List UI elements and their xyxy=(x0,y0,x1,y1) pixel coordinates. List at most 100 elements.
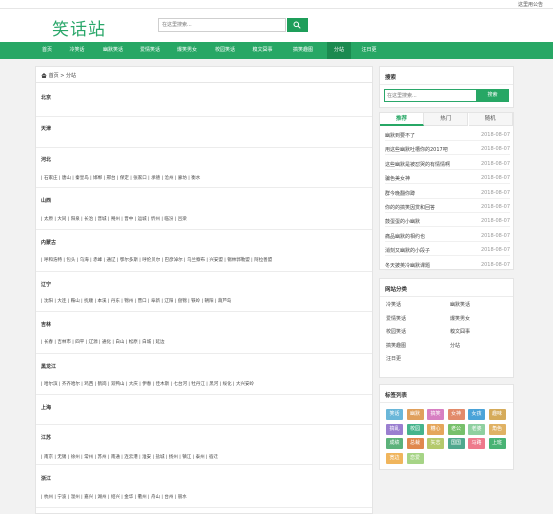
divider xyxy=(36,464,372,465)
header-search-button[interactable] xyxy=(287,18,308,32)
city-links[interactable]: | 杭州 | 宁波 | 温州 | 嘉兴 | 湖州 | 绍兴 | 金华 | 衢州 … xyxy=(41,494,187,500)
article-date: 2018-08-07 xyxy=(480,261,510,268)
divider xyxy=(36,147,372,148)
article-title[interactable]: 群今晚翻你蹲 xyxy=(385,190,415,197)
province-heading[interactable]: 山西 xyxy=(41,197,51,204)
tag-badge[interactable]: 恋爱 xyxy=(406,452,424,464)
tab-1[interactable]: 热门 xyxy=(424,113,469,126)
article-title[interactable]: 冬天披英冷幽默课题 xyxy=(385,262,430,269)
category-link[interactable]: 校园笑话 xyxy=(386,328,406,335)
province-heading[interactable]: 吉林 xyxy=(41,321,51,328)
city-links[interactable]: | 南京 | 无锡 | 徐州 | 常州 | 苏州 | 南通 | 连云港 | 淮安… xyxy=(41,454,218,460)
article-item[interactable]: 用这些幽默吐槽你的2017吧 2018-08-07 xyxy=(385,144,510,156)
breadcrumb-home-link[interactable]: 首页 xyxy=(49,73,59,79)
tab-0[interactable]: 推荐 xyxy=(380,113,424,126)
city-links[interactable]: | 哈尔滨 | 齐齐哈尔 | 鸡西 | 鹤岗 | 双鸭山 | 大庆 | 伊春 |… xyxy=(41,381,254,387)
city-links[interactable]: | 沈阳 | 大连 | 鞍山 | 抚顺 | 本溪 | 丹东 | 锦州 | 营口 … xyxy=(41,298,231,304)
category-link[interactable]: 冷笑话 xyxy=(386,301,401,308)
tag-badge[interactable]: 上班 xyxy=(488,438,506,449)
article-item[interactable]: 冬天披英冷幽默课题 2018-08-07 xyxy=(385,260,510,271)
tag-badge[interactable]: 总裁 xyxy=(406,438,424,449)
nav-item-7[interactable]: 搞笑趣图 xyxy=(284,42,322,59)
tag-badge[interactable]: 成绩 xyxy=(386,438,403,449)
article-item[interactable]: 幽默到要不了 2018-08-07 xyxy=(385,130,510,141)
tag-badge[interactable]: 矢志 xyxy=(427,438,444,449)
tag-badge[interactable]: 校园 xyxy=(406,423,424,435)
nav-item-6[interactable]: 糗文囧事 xyxy=(245,42,280,59)
divider xyxy=(36,424,372,425)
category-link[interactable]: 爆笑男女 xyxy=(450,315,470,322)
article-title[interactable]: 骗色美女神 xyxy=(385,175,410,182)
article-item[interactable]: 骗色美女神 2018-08-07 xyxy=(385,173,510,185)
tag-badge[interactable]: 国国 xyxy=(447,438,465,449)
province-heading[interactable]: 北京 xyxy=(41,94,51,101)
article-title[interactable]: 这些幽默是被怼哭的有情情啊 xyxy=(385,161,450,168)
nav-item-3[interactable]: 爱情笑话 xyxy=(133,42,167,59)
city-links[interactable]: | 呼和浩特 | 包头 | 乌海 | 赤峰 | 通辽 | 鄂尔多斯 | 呼伦贝尔… xyxy=(41,257,272,263)
sidebar-search-input[interactable] xyxy=(384,89,477,102)
category-link[interactable]: 搞笑趣图 xyxy=(386,342,406,349)
header-search-input[interactable] xyxy=(158,18,286,32)
tab-2[interactable]: 随机 xyxy=(468,113,513,126)
divider xyxy=(36,311,372,312)
province-heading[interactable]: 内蒙古 xyxy=(41,239,56,246)
article-title[interactable]: 消刻又幽默的小段子 xyxy=(385,247,430,254)
city-links[interactable]: | 石家庄 | 唐山 | 秦皇岛 | 邯郸 | 邢台 | 保定 | 张家口 | … xyxy=(41,175,200,181)
article-title[interactable]: 幽默到要不了 xyxy=(385,132,415,139)
article-title[interactable]: 痛品幽默的相约也 xyxy=(385,233,425,240)
category-link[interactable]: 汪日更 xyxy=(386,355,401,362)
category-link[interactable]: 幽默笑话 xyxy=(450,301,470,308)
tag-badge[interactable]: 马路 xyxy=(468,438,485,449)
article-item[interactable]: 鼓蛋蛋的小幽默 2018-08-07 xyxy=(385,216,510,228)
article-date: 2018-08-07 xyxy=(480,160,510,167)
sidebar-search-button[interactable]: 搜索 xyxy=(476,89,509,102)
tag-badge[interactable]: 老婆 xyxy=(468,423,485,435)
nav-item-1[interactable]: 冷笑话 xyxy=(62,42,92,59)
article-item[interactable]: 群今晚翻你蹲 2018-08-07 xyxy=(385,188,510,199)
nav-item-2[interactable]: 幽默笑话 xyxy=(96,42,130,59)
article-title[interactable]: 鼓蛋蛋的小幽默 xyxy=(385,218,420,225)
nav-item-9[interactable]: 汪日更 xyxy=(354,42,384,59)
province-heading[interactable]: 浙江 xyxy=(41,475,51,482)
category-link[interactable]: 爱情笑话 xyxy=(386,315,406,322)
site-logo[interactable]: 笑话站 xyxy=(52,15,106,40)
category-link[interactable]: 糗文囧事 xyxy=(450,328,470,335)
category-link[interactable]: 分站 xyxy=(450,342,460,349)
divider xyxy=(36,353,372,354)
article-title[interactable]: 你的的搞笑因赏和回答 xyxy=(385,204,435,211)
article-item[interactable]: 消刻又幽默的小段子 2018-08-07 xyxy=(385,245,510,257)
nav-item-0[interactable]: 首页 xyxy=(34,42,60,59)
city-links[interactable]: | 长春 | 吉林市 | 四平 | 辽源 | 通化 | 白山 | 松原 | 白城… xyxy=(41,339,164,345)
tag-badge[interactable]: 女孩 xyxy=(468,409,485,420)
province-heading[interactable]: 河北 xyxy=(41,156,51,163)
city-links[interactable]: | 太原 | 大同 | 阳泉 | 长治 | 晋城 | 朔州 | 晋中 | 运城 … xyxy=(41,216,187,222)
nav-item-4[interactable]: 爆笑男女 xyxy=(170,42,204,59)
article-title[interactable]: 用这些幽默吐槽你的2017吧 xyxy=(385,146,448,153)
divider xyxy=(380,84,513,85)
tag-badge[interactable]: 幽默 xyxy=(406,409,424,420)
province-heading[interactable]: 江苏 xyxy=(41,434,51,441)
tag-badge[interactable]: 搞乱 xyxy=(386,423,403,435)
tag-badge[interactable]: 女神 xyxy=(447,409,465,420)
province-heading[interactable]: 上海 xyxy=(41,404,51,411)
divider xyxy=(36,187,372,188)
tags-title: 标签列表 xyxy=(385,393,408,399)
nav-item-5[interactable]: 校园笑话 xyxy=(208,42,242,59)
province-heading[interactable]: 辽宁 xyxy=(41,281,51,288)
article-item[interactable]: 你的的搞笑因赏和回答 2018-08-07 xyxy=(385,202,510,213)
article-date: 2018-08-07 xyxy=(480,189,510,196)
tag-badge[interactable]: 角色 xyxy=(488,423,506,435)
tag-badge[interactable]: 老公 xyxy=(447,423,465,435)
article-item[interactable]: 这些幽默是被怼哭的有情情啊 2018-08-07 xyxy=(385,159,510,170)
tag-badge[interactable]: 糟心 xyxy=(427,423,444,435)
tag-badge[interactable]: 搞笑 xyxy=(427,409,444,420)
province-heading[interactable]: 天津 xyxy=(41,125,51,132)
nav-item-8[interactable]: 分站 xyxy=(327,42,351,59)
tag-badge[interactable]: 趣味 xyxy=(488,409,506,420)
announcement-text: 这里用公告 xyxy=(517,2,543,8)
article-item[interactable]: 痛品幽默的相约也 2018-08-07 xyxy=(385,231,510,242)
tag-badge[interactable]: 宽边 xyxy=(386,452,403,464)
sidebar-categories-panel: 网站分类 冷笑话 幽默笑话 爱情笑话 爆笑男女 校园笑话 糗文囧事 搞笑趣图 分站 汪日更 xyxy=(379,278,514,378)
tag-badge[interactable]: 笑话 xyxy=(386,409,403,420)
province-heading[interactable]: 黑龙江 xyxy=(41,363,56,370)
